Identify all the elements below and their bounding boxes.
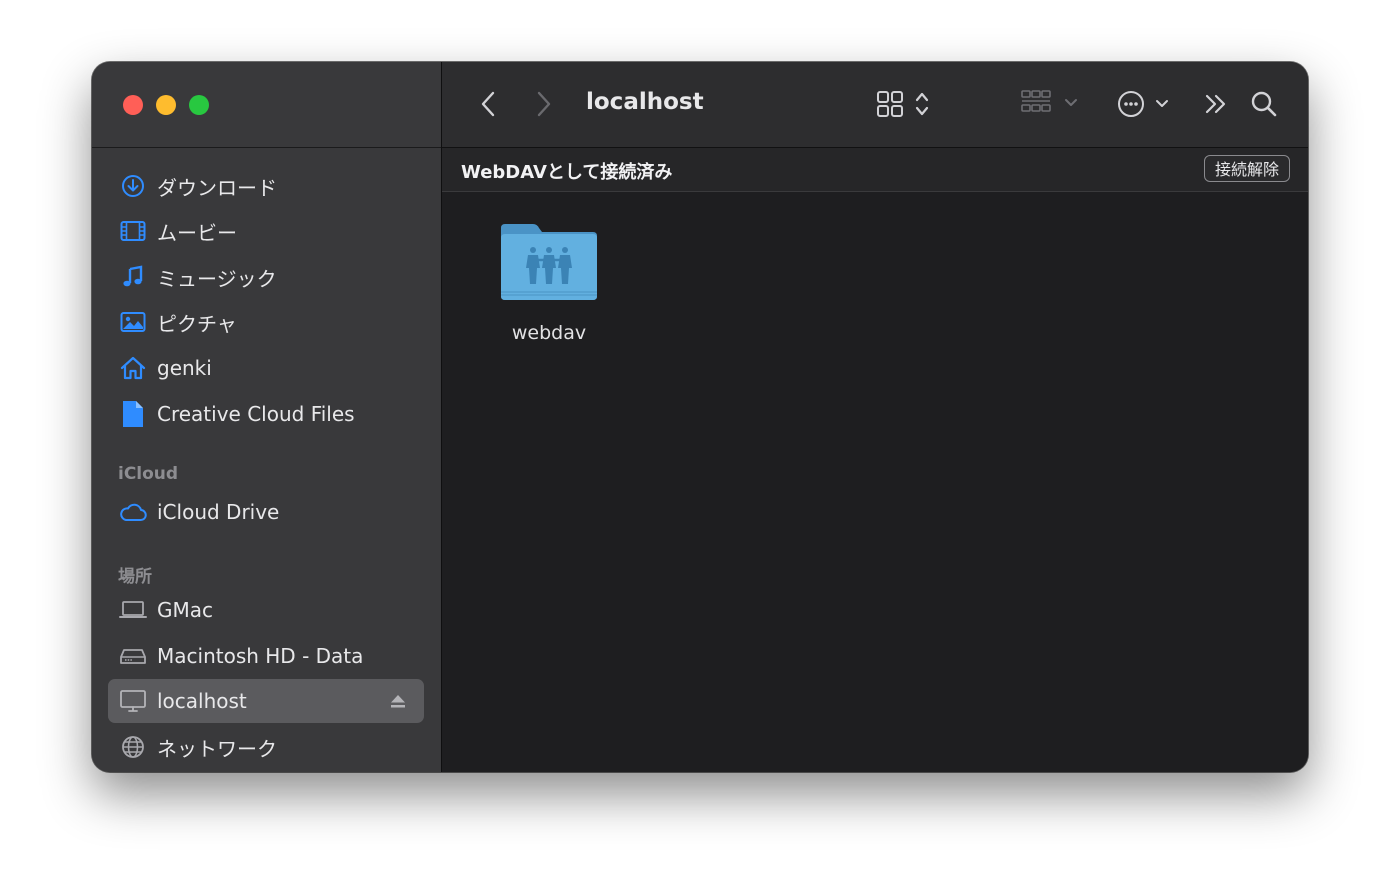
- connection-status: WebDAVとして接続済み: [461, 162, 673, 183]
- zoom-window-button[interactable]: [189, 95, 209, 115]
- sidebar-item-label: localhost: [157, 689, 247, 713]
- search-button[interactable]: [1248, 88, 1280, 120]
- sidebar-item-label: ムービー: [157, 220, 237, 245]
- sidebar-item-home[interactable]: genki: [108, 346, 424, 390]
- sidebar-item-macintosh-hd[interactable]: Macintosh HD - Data: [108, 634, 424, 678]
- cloud-icon: [119, 498, 147, 526]
- connection-infobar: WebDAVとして接続済み 接続解除: [442, 148, 1308, 192]
- file-item[interactable]: webdav: [494, 222, 604, 362]
- sidebar-item-label: ネットワーク: [157, 736, 277, 761]
- sidebar-item-label: Macintosh HD - Data: [157, 644, 364, 668]
- group-icon: [1021, 90, 1077, 112]
- sidebar-item-icloud-drive[interactable]: iCloud Drive: [108, 490, 424, 534]
- file-name: webdav: [511, 322, 587, 344]
- sidebar-item-localhost[interactable]: localhost: [108, 679, 424, 723]
- sidebar-item-music[interactable]: ミュージック: [108, 255, 424, 299]
- window-title: localhost: [586, 89, 704, 115]
- sidebar-item-gmac[interactable]: GMac: [108, 588, 424, 632]
- sidebar-item-label: iCloud Drive: [157, 500, 280, 524]
- film-icon: [119, 217, 147, 245]
- group-button[interactable]: [1020, 88, 1082, 120]
- sidebar-item-network[interactable]: ネットワーク: [108, 725, 424, 769]
- back-button[interactable]: [474, 88, 502, 120]
- file-browser-area: webdav: [442, 192, 1308, 772]
- toolbar-overflow-button[interactable]: [1202, 88, 1230, 120]
- sidebar-item-movies[interactable]: ムービー: [108, 209, 424, 253]
- sidebar-item-pictures[interactable]: ピクチャ: [108, 300, 424, 344]
- home-icon: [119, 354, 147, 382]
- main-pane: localhost WebDAVとして接続済み 接続解除 webdav: [442, 62, 1308, 772]
- eject-icon[interactable]: [390, 693, 406, 709]
- disk-icon: [119, 642, 147, 670]
- double-chevron-right-icon: [1205, 94, 1226, 114]
- download-icon: [119, 172, 147, 200]
- photo-icon: [119, 308, 147, 336]
- close-window-button[interactable]: [123, 95, 143, 115]
- sidebar-titlebar: [92, 62, 441, 148]
- sidebar-item-label: ピクチャ: [157, 311, 237, 336]
- document-icon: [119, 400, 147, 428]
- shared-folder-icon: [501, 224, 597, 300]
- music-note-icon: [119, 263, 147, 291]
- sidebar-item-label: Creative Cloud Files: [157, 402, 355, 426]
- view-mode-button[interactable]: [874, 88, 938, 120]
- minimize-window-button[interactable]: [156, 95, 176, 115]
- sidebar-item-label: GMac: [157, 598, 214, 622]
- globe-icon: [119, 733, 147, 761]
- icon-view-icon: [877, 91, 903, 117]
- sidebar-item-label: ミュージック: [157, 266, 277, 291]
- action-menu-button[interactable]: [1116, 88, 1172, 120]
- sidebar: ダウンロード ムービー ミュージック ピクチャ genki Creative C…: [92, 62, 442, 772]
- search-icon: [1251, 91, 1277, 117]
- sidebar-item-downloads[interactable]: ダウンロード: [108, 164, 424, 208]
- disconnect-button[interactable]: 接続解除: [1203, 155, 1290, 182]
- finder-window: ダウンロード ムービー ミュージック ピクチャ genki Creative C…: [92, 62, 1308, 772]
- sidebar-section-locations: 場所: [118, 567, 152, 587]
- ellipsis-circle-icon: [1118, 91, 1168, 117]
- chevron-right-icon: [537, 91, 551, 117]
- sidebar-item-label: genki: [157, 356, 212, 380]
- sidebar-item-label: ダウンロード: [157, 175, 277, 200]
- sidebar-section-icloud: iCloud: [118, 464, 179, 484]
- laptop-icon: [119, 596, 147, 624]
- forward-button[interactable]: [530, 88, 558, 120]
- toolbar: localhost: [442, 62, 1308, 148]
- sidebar-item-creative-cloud[interactable]: Creative Cloud Files: [108, 392, 424, 436]
- chevron-left-icon: [481, 91, 495, 117]
- display-icon: [119, 687, 147, 715]
